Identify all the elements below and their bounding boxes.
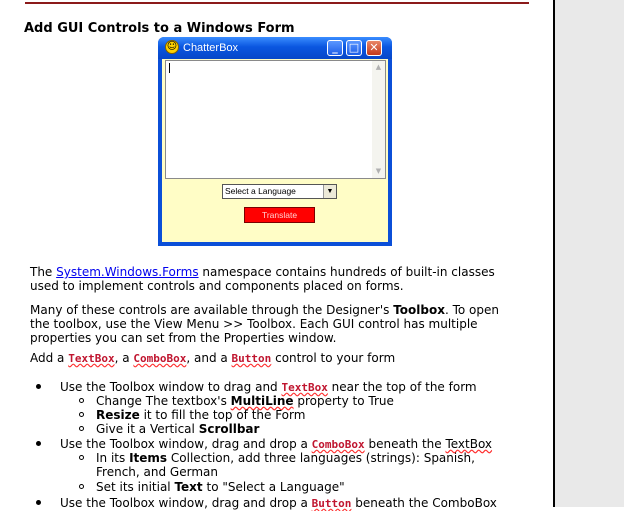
multiline-textbox[interactable]: ▲ ▼ xyxy=(165,60,386,179)
list-item: Set its initial Text to "Select a Langua… xyxy=(96,480,345,494)
close-button[interactable]: ✕ xyxy=(366,40,382,56)
list-item: Change The textbox's MultiLine property … xyxy=(96,394,394,408)
form-client-area: ▲ ▼ Select a Language ▼ Translate xyxy=(162,59,388,242)
text-caret xyxy=(169,63,170,73)
top-rule xyxy=(25,2,529,4)
namespace-link[interactable]: System.Windows.Forms xyxy=(56,265,198,279)
page-edge xyxy=(553,0,555,507)
paragraph-add-controls: Add a TextBox, a ComboBox, and a Button … xyxy=(30,351,396,365)
chevron-down-icon[interactable]: ▼ xyxy=(323,185,336,198)
window-titlebar: ☺ ChatterBox _ □ ✕ xyxy=(158,37,392,59)
right-gutter xyxy=(555,0,624,507)
sub-bullet xyxy=(79,412,84,417)
language-combobox[interactable]: Select a Language ▼ xyxy=(222,184,337,199)
vertical-scrollbar[interactable]: ▲ ▼ xyxy=(372,61,385,178)
maximize-button[interactable]: □ xyxy=(346,40,362,56)
scroll-up-icon[interactable]: ▲ xyxy=(373,62,384,73)
minimize-button[interactable]: _ xyxy=(327,40,343,56)
list-item: In its Items Collection, add three langu… xyxy=(96,451,475,479)
smiley-icon: ☺ xyxy=(165,40,179,54)
bullet-dot xyxy=(36,384,41,389)
list-item: Use the Toolbox window, drag and drop a … xyxy=(60,437,493,451)
list-item: Use the Toolbox window, drag and drop a … xyxy=(60,496,497,510)
list-item: Give it a Vertical Scrollbar xyxy=(96,422,260,436)
section-heading: Add GUI Controls to a Windows Form xyxy=(24,21,295,36)
sub-bullet xyxy=(79,398,84,403)
scroll-down-icon[interactable]: ▼ xyxy=(373,166,384,177)
translate-button[interactable]: Translate xyxy=(244,207,315,223)
sub-bullet xyxy=(79,484,84,489)
paragraph-namespace: The System.Windows.Forms namespace conta… xyxy=(30,265,495,293)
combo-value: Select a Language xyxy=(225,186,296,196)
sub-bullet xyxy=(79,426,84,431)
paragraph-toolbox: Many of these controls are available thr… xyxy=(30,303,500,345)
chatterbox-window-screenshot: ☺ ChatterBox _ □ ✕ ▲ ▼ Select a Language… xyxy=(158,37,392,246)
list-item: Use the Toolbox window to drag and TextB… xyxy=(60,380,477,394)
window-title: ChatterBox xyxy=(183,42,239,54)
bullet-dot xyxy=(36,441,41,446)
list-item: Resize it to fill the top of the Form xyxy=(96,408,306,422)
bullet-dot xyxy=(36,500,41,505)
sub-bullet xyxy=(79,455,84,460)
